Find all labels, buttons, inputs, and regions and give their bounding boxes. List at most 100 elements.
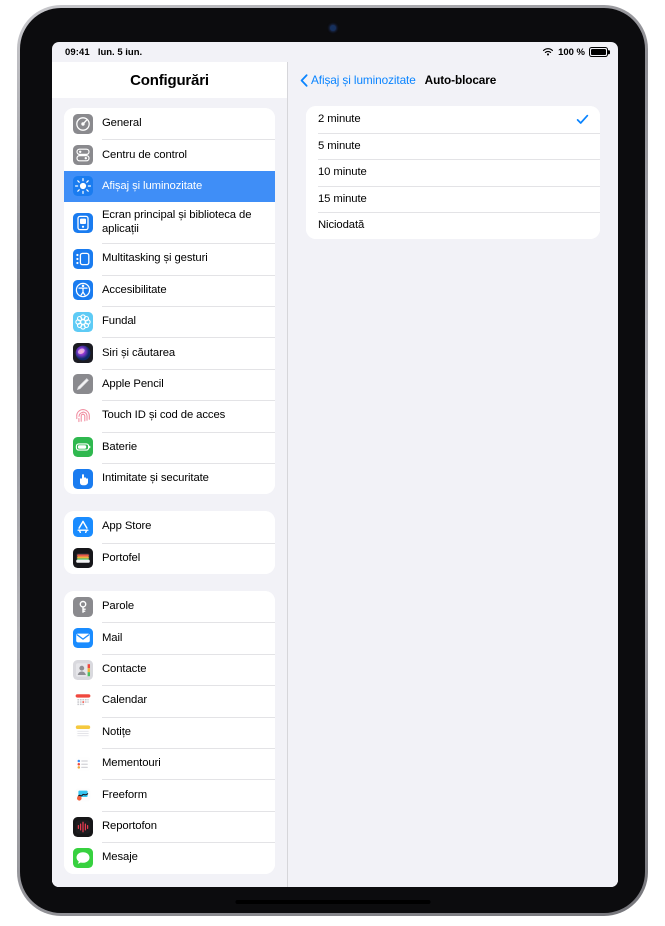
- sidebar-item-reportofon[interactable]: Reportofon: [64, 810, 275, 843]
- reminders-icon: [73, 753, 93, 774]
- sidebar-item-general[interactable]: General: [64, 108, 275, 140]
- sidebar-item-label: Contacte: [102, 663, 147, 676]
- sidebar-item-siri-i-c-utarea[interactable]: Siri și căutarea: [64, 337, 275, 369]
- sidebar-item-label: Notițe: [102, 725, 131, 738]
- sidebar-item-label: Freeform: [102, 788, 148, 801]
- sidebar-item-label: Mementouri: [102, 757, 161, 770]
- sidebar-item-calendar[interactable]: Calendar: [64, 685, 275, 717]
- sidebar-item-label: Calendar: [102, 694, 148, 707]
- status-time: 09:41: [65, 46, 90, 58]
- sidebar-item-ecran-principal-i-biblioteca-de-aplica-ii[interactable]: Ecran principal și biblioteca de aplicaț…: [64, 202, 275, 244]
- mail-icon: [73, 628, 93, 649]
- sidebar-item-freeform[interactable]: Freeform: [64, 779, 275, 811]
- passwords-key-icon: [73, 596, 93, 617]
- sidebar-item-label: Multitasking și gesturi: [102, 252, 208, 265]
- home-indicator[interactable]: [235, 899, 430, 904]
- status-bar: 09:41 lun. 5 iun. 100 %: [52, 42, 618, 62]
- sidebar-item-label: Ecran principal și biblioteca de aplicaț…: [102, 209, 252, 235]
- sidebar-item-label: Parole: [102, 600, 135, 613]
- sidebar-item-label: Reportofon: [102, 820, 157, 832]
- ipad-screen: 09:41 lun. 5 iun. 100 % Configurări Gene…: [52, 42, 618, 887]
- sidebar-title: Configurări: [130, 71, 209, 89]
- sidebar-item-mementouri[interactable]: Mementouri: [64, 748, 275, 780]
- sidebar-group: General Centru de control Afișaj și lumino…: [64, 108, 275, 495]
- sidebar-item-label: Fundal: [102, 315, 136, 328]
- sidebar-item-noti-e[interactable]: Notițe: [64, 716, 275, 749]
- sidebar-item-mail[interactable]: Mail: [64, 622, 275, 654]
- settings-sidebar: Configurări General Centru de control Afiș…: [52, 62, 288, 887]
- notes-icon: [73, 722, 93, 743]
- auto-lock-option-row[interactable]: 5 minute: [306, 132, 600, 159]
- sidebar-item-touch-id-i-cod-de-acces[interactable]: Touch ID și cod de acces: [64, 400, 275, 432]
- sidebar-item-accesibilitate[interactable]: Accesibilitate: [64, 274, 275, 306]
- touch-id-icon: [73, 405, 93, 426]
- detail-pane: Afișaj și luminozitate Auto-blocare 2 mi…: [288, 62, 618, 887]
- detail-navigation-bar: Afișaj și luminozitate Auto-blocare: [288, 62, 618, 98]
- detail-content: 2 minute 5 minute 10 minute 15 minute Niciod…: [288, 98, 618, 887]
- sidebar-item-label: General: [102, 117, 142, 130]
- sidebar-item-label: Accesibilitate: [102, 283, 167, 296]
- auto-lock-option-row[interactable]: 15 minute: [306, 185, 600, 212]
- sidebar-item-label: Afișaj și luminozitate: [102, 179, 203, 192]
- home-screen-icon: [73, 212, 93, 233]
- sidebar-item-label: Baterie: [102, 440, 138, 453]
- sidebar-item-label: Intimitate și securitate: [102, 472, 209, 485]
- checkmark-icon: [576, 113, 589, 126]
- auto-lock-option-row[interactable]: 2 minute: [306, 106, 600, 133]
- status-date: lun. 5 iun.: [97, 46, 143, 58]
- siri-icon: [73, 343, 93, 364]
- sidebar-group: Parole Mail Contacte Calendar Notițe Mementou…: [64, 591, 275, 874]
- auto-lock-option-row[interactable]: Niciodată: [306, 212, 600, 239]
- pencil-icon: [73, 374, 93, 395]
- sidebar-item-afi-aj-i-luminozitate[interactable]: Afișaj și luminozitate: [64, 170, 275, 203]
- sidebar-item-intimitate-i-securitate[interactable]: Intimitate și securitate: [64, 462, 275, 495]
- status-bar-right: 100 %: [542, 47, 608, 58]
- wifi-icon: [542, 47, 554, 57]
- auto-lock-option-row[interactable]: 10 minute: [306, 159, 600, 186]
- multitasking-icon: [73, 248, 93, 269]
- messages-icon: [73, 847, 93, 868]
- accessibility-icon: [73, 280, 93, 301]
- auto-lock-option-label: Niciodată: [318, 219, 365, 232]
- auto-lock-option-label: 15 minute: [318, 192, 367, 205]
- contacts-icon: [73, 659, 93, 680]
- sidebar-header: Configurări: [52, 62, 287, 98]
- freeform-icon: [73, 785, 93, 806]
- auto-lock-options-group: 2 minute 5 minute 10 minute 15 minute Niciod…: [306, 106, 600, 239]
- sidebar-item-apple-pencil[interactable]: Apple Pencil: [64, 368, 275, 401]
- status-bar-left: 09:41 lun. 5 iun.: [65, 47, 142, 58]
- sidebar-item-mesaje[interactable]: Mesaje: [64, 842, 275, 874]
- wallet-icon: [73, 548, 93, 569]
- gear-icon: [73, 113, 93, 134]
- chevron-left-icon: [300, 73, 308, 87]
- sidebar-item-fundal[interactable]: Fundal: [64, 305, 275, 338]
- sidebar-item-centru-de-control[interactable]: Centru de control: [64, 139, 275, 171]
- calendar-icon: [73, 690, 93, 711]
- voice-memos-icon: [73, 816, 93, 837]
- sidebar-item-label: Mail: [102, 631, 123, 644]
- app-store-icon: [73, 516, 93, 537]
- sidebar-item-label: Portofel: [102, 551, 141, 564]
- sidebar-item-parole[interactable]: Parole: [64, 591, 275, 623]
- sidebar-item-app-store[interactable]: App Store: [64, 511, 275, 543]
- sidebar-item-label: App Store: [102, 520, 152, 533]
- sidebar-scroll-area[interactable]: General Centru de control Afișaj și lumino…: [52, 98, 287, 887]
- sidebar-item-label: Siri și căutarea: [102, 346, 176, 359]
- wallpaper-icon: [73, 311, 93, 332]
- back-button-label: Afișaj și luminozitate: [311, 73, 416, 87]
- sidebar-item-portofel[interactable]: Portofel: [64, 542, 275, 575]
- sidebar-item-multitasking-i-gesturi[interactable]: Multitasking și gesturi: [64, 243, 275, 275]
- control-center-icon: [73, 145, 93, 166]
- sidebar-item-baterie[interactable]: Baterie: [64, 431, 275, 463]
- sidebar-item-label: Touch ID și cod de acces: [102, 409, 226, 422]
- split-view: Configurări General Centru de control Afiș…: [52, 62, 618, 887]
- ipad-device-frame: 09:41 lun. 5 iun. 100 % Configurări Gene…: [17, 5, 648, 916]
- sidebar-item-label: Mesaje: [102, 851, 138, 864]
- sidebar-item-contacte[interactable]: Contacte: [64, 653, 275, 686]
- sidebar-item-label: Apple Pencil: [102, 377, 164, 390]
- page-title: Auto-blocare: [424, 73, 497, 87]
- back-button[interactable]: Afișaj și luminozitate: [300, 73, 416, 87]
- battery-icon: [73, 437, 93, 458]
- sidebar-item-label: Centru de control: [102, 148, 187, 161]
- device-bezel: 09:41 lun. 5 iun. 100 % Configurări Gene…: [20, 8, 645, 913]
